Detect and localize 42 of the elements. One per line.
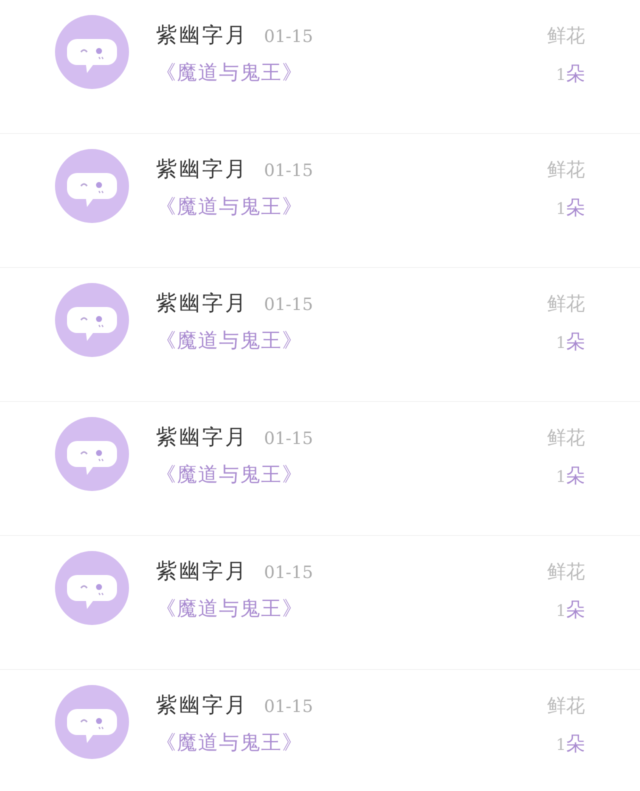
gift-type: 鲜花 [547, 426, 585, 451]
user-name: 紫幽字月 [156, 424, 248, 451]
user-name: 紫幽字月 [156, 558, 248, 585]
gift-date: 01-15 [264, 295, 314, 315]
gift-count: 1 [556, 467, 566, 486]
gift-unit: 朵 [566, 598, 585, 623]
user-name: 紫幽字月 [156, 290, 248, 317]
gift-type: 鲜花 [547, 24, 585, 49]
book-title[interactable]: 《魔道与鬼王》 [156, 193, 303, 220]
gift-unit: 朵 [566, 62, 585, 87]
gift-date: 01-15 [264, 697, 314, 717]
gift-date: 01-15 [264, 27, 314, 47]
avatar-icon [55, 685, 129, 759]
user-name: 紫幽字月 [156, 156, 248, 183]
book-title[interactable]: 《魔道与鬼王》 [156, 327, 303, 354]
gift-unit: 朵 [566, 464, 585, 489]
gift-count: 1 [556, 333, 566, 352]
user-name: 紫幽字月 [156, 22, 248, 49]
avatar-icon [55, 149, 129, 223]
gift-date: 01-15 [264, 429, 314, 449]
gift-date: 01-15 [264, 161, 314, 181]
gift-type: 鲜花 [547, 694, 585, 719]
avatar-icon [55, 417, 129, 491]
avatar-icon [55, 551, 129, 625]
gift-date: 01-15 [264, 563, 314, 583]
gift-type: 鲜花 [547, 158, 585, 183]
gift-unit: 朵 [566, 196, 585, 221]
gift-type: 鲜花 [547, 560, 585, 585]
gift-unit: 朵 [566, 732, 585, 757]
gift-count: 1 [556, 65, 566, 84]
gift-count: 1 [556, 199, 566, 218]
book-title[interactable]: 《魔道与鬼王》 [156, 729, 303, 756]
gift-count: 1 [556, 601, 566, 620]
gift-unit: 朵 [566, 330, 585, 355]
avatar-icon [55, 15, 129, 89]
avatar-icon [55, 283, 129, 357]
gift-count: 1 [556, 735, 566, 754]
book-title[interactable]: 《魔道与鬼王》 [156, 59, 303, 86]
gift-type: 鲜花 [547, 292, 585, 317]
book-title[interactable]: 《魔道与鬼王》 [156, 595, 303, 622]
user-name: 紫幽字月 [156, 692, 248, 719]
book-title[interactable]: 《魔道与鬼王》 [156, 461, 303, 488]
